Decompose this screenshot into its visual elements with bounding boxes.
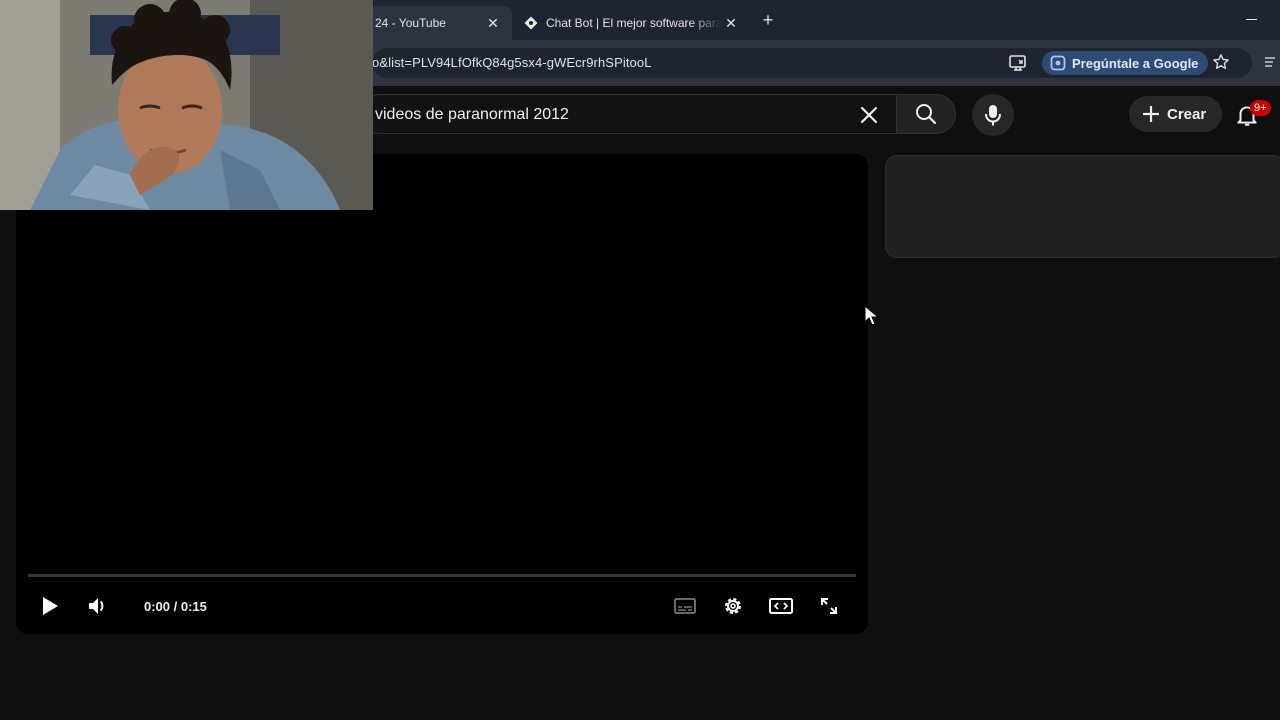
minimize-icon [1245,18,1257,20]
address-bar[interactable]: o&list=PLV94LfOfkQ84g5sx4-gWEcr9rhSPitoo… [372,48,1252,78]
time-display: 0:00 / 0:15 [144,599,207,614]
progress-bar[interactable] [28,574,856,577]
clear-icon[interactable] [859,105,879,125]
mouse-cursor [864,305,880,326]
subtitles-button[interactable] [667,588,703,624]
ask-google-label: Pregúntale a Google [1072,55,1199,71]
tab-chat-bot[interactable]: Chat Bot | El mejor software para ✕ [512,6,750,40]
minimize-button[interactable] [1240,8,1262,30]
tab-close-icon[interactable]: ✕ [722,14,740,32]
tab-youtube[interactable]: 24 - YouTube ✕ [364,6,512,40]
volume-button[interactable] [80,588,116,624]
new-tab-button[interactable]: + [758,10,778,30]
search-query[interactable]: videos de paranormal 2012 [375,106,569,124]
volume-icon [89,598,104,614]
search-input[interactable]: videos de paranormal 2012 [360,94,896,134]
search-icon [916,104,937,125]
voice-search-button[interactable] [972,94,1014,136]
ask-google-button[interactable]: Pregúntale a Google [1042,51,1209,75]
tab-close-icon[interactable]: ✕ [484,14,502,32]
tab-title: 24 - YouTube [375,16,446,30]
subtitles-icon [674,598,696,614]
create-button[interactable]: Crear [1129,96,1223,132]
search-button[interactable] [896,94,956,134]
side-panel-card [885,155,1280,258]
lens-icon [1050,55,1066,71]
video-player[interactable]: 0:00 / 0:15 [16,154,868,634]
play-icon [43,597,58,615]
webcam-person-image [0,0,373,210]
fullscreen-icon [821,598,837,614]
mic-icon [985,105,1001,126]
play-button[interactable] [32,588,68,624]
webcam-overlay [0,0,373,210]
create-label: Crear [1167,105,1207,123]
tab-title: Chat Bot | El mejor software para [546,16,722,30]
reading-list-icon[interactable] [1264,56,1278,68]
theater-icon [769,598,793,614]
notification-badge: 9+ [1250,100,1271,116]
settings-icon [725,598,741,614]
url-text: o&list=PLV94LfOfkQ84g5sx4-gWEcr9rhSPitoo… [372,55,652,70]
plus-icon [1143,106,1159,122]
theater-mode-button[interactable] [763,588,799,624]
fullscreen-button[interactable] [811,588,847,624]
chatbot-favicon [524,16,538,30]
star-icon[interactable] [1212,53,1230,71]
settings-button[interactable] [715,588,751,624]
cast-icon[interactable] [1008,54,1028,72]
